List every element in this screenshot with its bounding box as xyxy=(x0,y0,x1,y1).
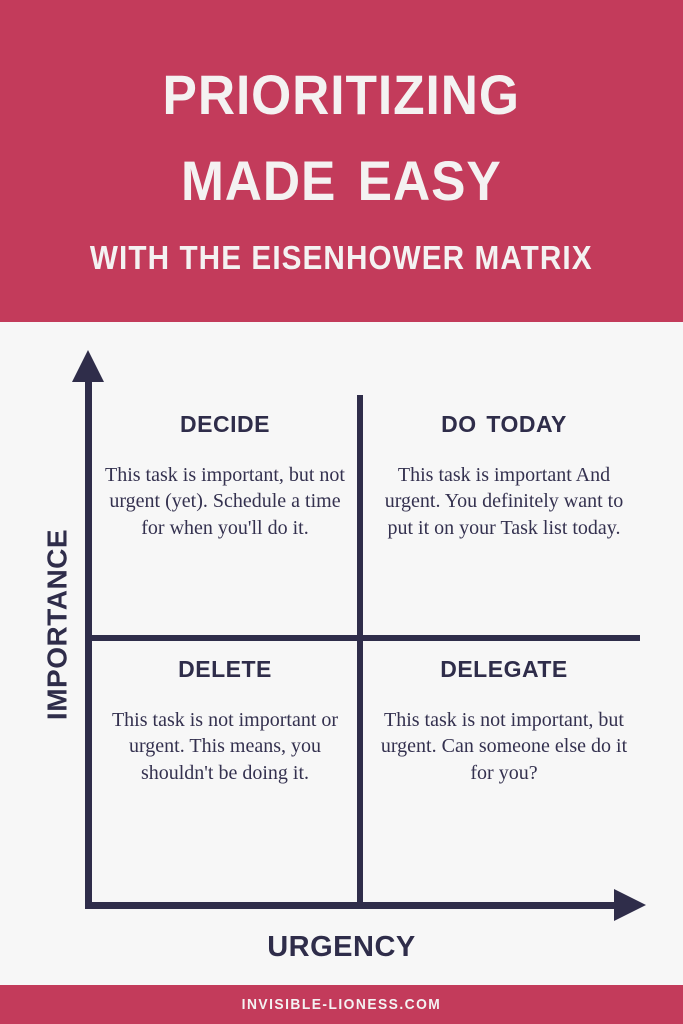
quadrant-description: This task is not important or urgent. Th… xyxy=(111,709,339,784)
quadrant-description: This task is not important, but urgent. … xyxy=(380,709,628,784)
page-title-line-2: made easy xyxy=(181,128,502,218)
x-axis-arrow-icon xyxy=(614,889,646,921)
quadrant-description: This task is important And urgent. You d… xyxy=(384,464,624,539)
quadrant-heading: Delegate xyxy=(440,647,568,684)
quadrant-delegate: Delegate This task is not important, but… xyxy=(368,647,640,875)
page-subtitle: with the eisenhower matrix xyxy=(90,238,593,276)
x-axis-line xyxy=(85,902,622,909)
page-title-line-1: Prioritizing xyxy=(162,42,521,131)
header-banner: Prioritizing made easy with the eisenhow… xyxy=(0,0,683,322)
quadrant-heading: Decide xyxy=(180,402,270,439)
quadrant-do-today: Do today This task is important And urge… xyxy=(368,402,640,630)
quadrant-heading: Do today xyxy=(441,402,567,439)
website-url: invisible-lioness.com xyxy=(241,996,442,1013)
infographic-poster: Prioritizing made easy with the eisenhow… xyxy=(0,0,683,1024)
y-axis-line xyxy=(85,379,92,908)
eisenhower-matrix: Importance Urgency Decide This task is i… xyxy=(0,322,683,985)
quadrant-decide: Decide This task is important, but not u… xyxy=(96,402,354,630)
quadrant-delete: Delete This task is not important or urg… xyxy=(96,647,354,875)
footer-banner: invisible-lioness.com xyxy=(0,985,683,1024)
quadrant-divider-vertical xyxy=(357,395,363,909)
quadrant-divider-horizontal xyxy=(88,635,640,641)
quadrant-description: This task is important, but not urgent (… xyxy=(105,464,345,539)
y-axis-label: Importance xyxy=(31,528,76,721)
quadrant-heading: Delete xyxy=(178,647,272,684)
y-axis-arrow-icon xyxy=(72,350,104,382)
x-axis-label: Urgency xyxy=(267,918,416,965)
